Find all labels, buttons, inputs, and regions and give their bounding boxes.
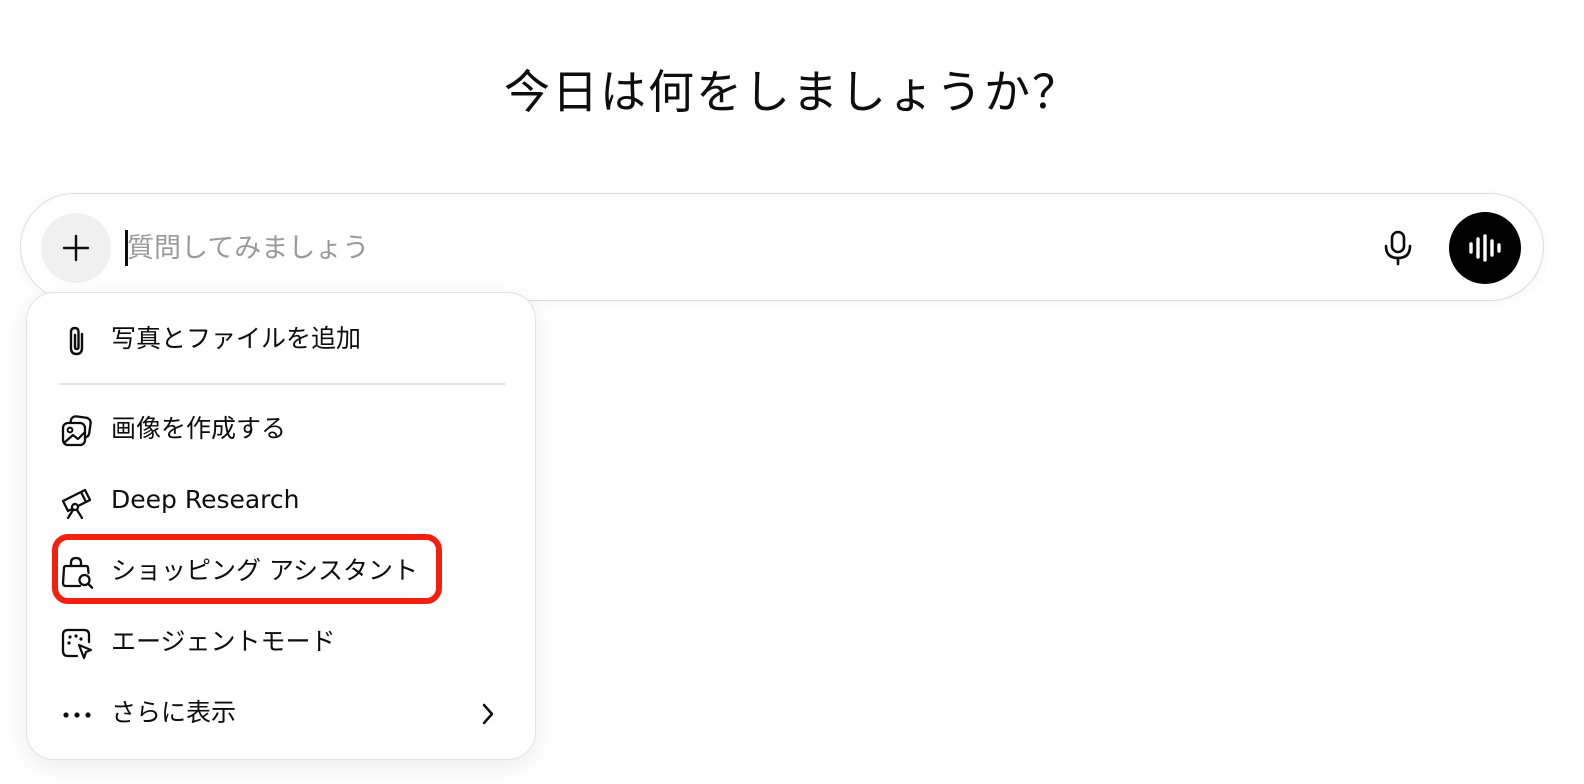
dictation-button[interactable] xyxy=(1373,223,1423,273)
menu-item-create-image[interactable]: 画像を作成する xyxy=(27,399,535,459)
more-dots-icon xyxy=(59,697,95,733)
voice-waveform-icon xyxy=(1469,234,1501,262)
voice-mode-button[interactable] xyxy=(1449,212,1521,284)
shopping-bag-search-icon xyxy=(59,555,95,591)
menu-item-agent-mode[interactable]: エージェントモード xyxy=(27,612,535,672)
page-title: 今日は何をしましょうか？ xyxy=(504,65,1080,119)
menu-item-shopping-assistant[interactable]: ショッピング アシスタント xyxy=(27,541,535,601)
plus-icon xyxy=(62,234,90,262)
telescope-icon xyxy=(59,484,95,520)
microphone-icon xyxy=(1384,230,1412,266)
menu-item-label: ショッピング アシスタント xyxy=(111,556,418,585)
prompt-input[interactable] xyxy=(127,222,1327,274)
menu-item-label: さらに表示 xyxy=(111,698,237,727)
chat-home-screen: 今日は何をしましょうか？ 質問してみましょう 写真とファイルを追加 画像を作成す… xyxy=(0,0,1584,784)
menu-item-deep-research[interactable]: Deep Research xyxy=(27,470,535,530)
prompt-composer xyxy=(20,193,1544,301)
image-create-icon xyxy=(59,413,95,449)
chevron-right-icon xyxy=(473,699,503,729)
menu-item-show-more[interactable]: さらに表示 xyxy=(27,683,535,743)
agent-cursor-icon xyxy=(59,626,95,662)
menu-item-label: エージェントモード xyxy=(111,627,336,656)
menu-item-add-photos-files[interactable]: 写真とファイルを追加 xyxy=(27,309,535,369)
menu-item-label: Deep Research xyxy=(111,485,300,514)
menu-divider xyxy=(59,383,505,385)
paperclip-icon xyxy=(59,323,95,359)
menu-item-label: 画像を作成する xyxy=(111,414,287,443)
add-attachment-button[interactable] xyxy=(41,213,111,283)
plus-menu-dropdown: 写真とファイルを追加 画像を作成する Deep Research ショッピング … xyxy=(26,292,536,760)
menu-item-label: 写真とファイルを追加 xyxy=(111,324,362,353)
